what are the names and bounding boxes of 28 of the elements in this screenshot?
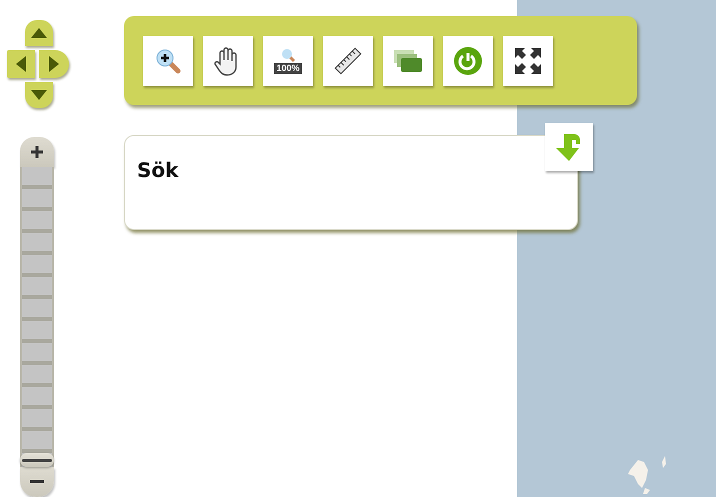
- zoom-in-button[interactable]: [20, 137, 54, 167]
- pan-down-button[interactable]: [25, 82, 53, 108]
- scale-label: 100%: [274, 63, 302, 74]
- panel-title: Sök: [137, 158, 178, 182]
- minus-icon: [30, 480, 44, 484]
- arrow-down-icon: [555, 132, 583, 162]
- arrow-down-icon: [31, 90, 47, 100]
- measure-tool-button[interactable]: [323, 36, 373, 86]
- pan-up-button[interactable]: [25, 20, 53, 46]
- zoom-in-icon: [155, 48, 181, 74]
- layers-tool-button[interactable]: [383, 36, 433, 86]
- zoom-full-tool-button[interactable]: 100%: [263, 36, 313, 86]
- power-tool-button[interactable]: [443, 36, 493, 86]
- pan-right-button[interactable]: [39, 50, 69, 78]
- zoom-in-tool-button[interactable]: [143, 36, 193, 86]
- fullscreen-icon: [514, 46, 542, 74]
- zoom-out-button[interactable]: [20, 467, 54, 497]
- power-icon: [453, 46, 483, 76]
- arrow-up-icon: [31, 28, 47, 38]
- pan-tool-button[interactable]: [203, 36, 253, 86]
- plus-icon: [30, 145, 44, 159]
- pan-left-button[interactable]: [7, 50, 35, 78]
- arrow-right-icon: [49, 56, 59, 72]
- zoom-slider-thumb[interactable]: [20, 453, 54, 467]
- fullscreen-tool-button[interactable]: [503, 36, 553, 86]
- layers-icon: [393, 48, 423, 72]
- magnifier-icon: [280, 47, 296, 63]
- arrow-left-icon: [16, 56, 26, 72]
